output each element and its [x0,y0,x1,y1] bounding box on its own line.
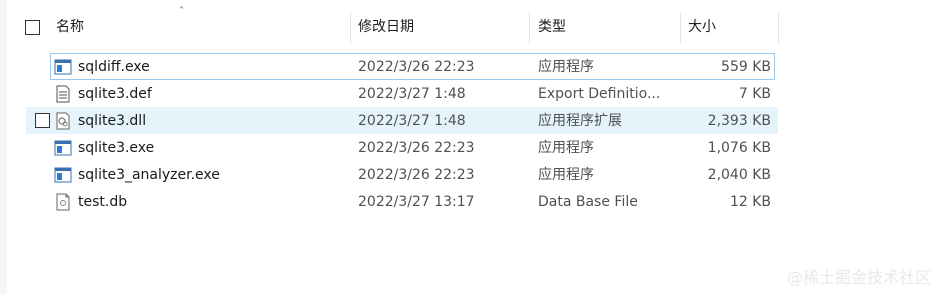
file-row[interactable]: sqlite3.dll 2022/3/27 1:48 应用程序扩展 2,393 … [26,107,778,134]
select-all-checkbox[interactable] [25,20,40,35]
dll-icon [56,112,70,130]
file-size: 7 KB [738,86,771,102]
file-name[interactable]: sqlite3.dll [78,108,368,135]
file-modified-date: 2022/3/26 22:23 [358,59,475,75]
generic-file-icon [56,193,70,211]
file-type: 应用程序 [538,167,594,183]
file-name[interactable]: sqldiff.exe [78,54,368,81]
file-size: 12 KB [729,194,771,210]
file-row[interactable]: sqldiff.exe 2022/3/26 22:23 应用程序 559 KB [50,53,775,80]
file-name[interactable]: sqlite3_analyzer.exe [78,162,368,189]
file-name[interactable]: sqlite3.def [78,81,368,108]
column-divider[interactable] [350,12,351,44]
sort-ascending-icon: ˄ [179,6,184,17]
column-header-type[interactable]: 类型 [538,10,566,44]
watermark: @稀土掘金技术社区 [786,268,931,287]
exe-icon [54,140,72,156]
column-header-name[interactable]: 名称 [56,10,84,44]
row-select-checkbox[interactable] [35,113,50,128]
file-modified-date: 2022/3/26 22:23 [358,140,475,156]
file-type: 应用程序扩展 [538,113,622,129]
column-header-bar: ˄ 名称 修改日期 类型 大小 [0,0,943,44]
file-modified-date: 2022/3/27 1:48 [358,113,466,129]
file-size: 559 KB [721,59,771,75]
file-row[interactable]: sqlite3.def 2022/3/27 1:48 Export Defini… [50,80,775,107]
file-row[interactable]: sqlite3_analyzer.exe 2022/3/26 22:23 应用程… [50,161,775,188]
column-header-date[interactable]: 修改日期 [358,10,414,44]
file-type: Data Base File [538,194,638,210]
column-divider[interactable] [680,12,681,44]
file-modified-date: 2022/3/27 1:48 [358,86,466,102]
file-size: 2,040 KB [707,167,771,183]
column-divider[interactable] [778,12,779,44]
file-row[interactable]: sqlite3.exe 2022/3/26 22:23 应用程序 1,076 K… [50,134,775,161]
column-divider[interactable] [529,12,530,44]
exe-icon [54,167,72,183]
file-modified-date: 2022/3/27 13:17 [358,194,475,210]
file-size: 2,393 KB [707,113,771,129]
file-type: Export Definitio... [538,86,661,102]
file-size: 1,076 KB [707,140,771,156]
exe-icon [54,59,72,75]
file-name[interactable]: test.db [78,189,368,216]
file-type: 应用程序 [538,59,594,75]
column-header-size[interactable]: 大小 [688,10,716,44]
file-type: 应用程序 [538,140,594,156]
file-modified-date: 2022/3/26 22:23 [358,167,475,183]
file-row[interactable]: test.db 2022/3/27 13:17 Data Base File 1… [50,188,775,215]
navigation-pane-edge [0,0,7,294]
file-name[interactable]: sqlite3.exe [78,135,368,162]
text-file-icon [56,85,70,103]
